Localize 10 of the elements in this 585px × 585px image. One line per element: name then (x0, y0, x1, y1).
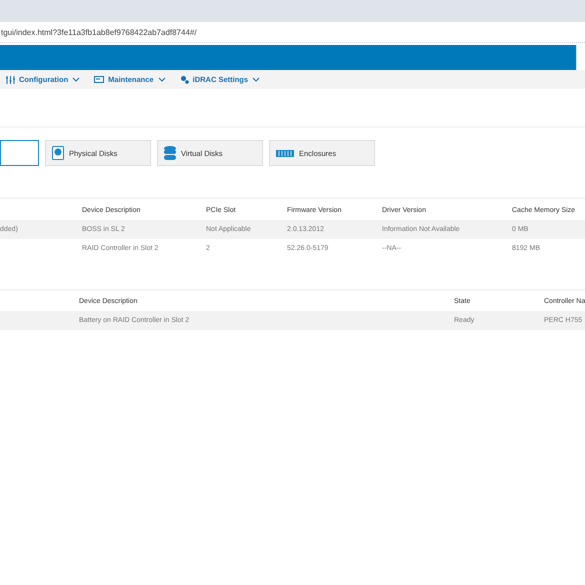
gears-icon (180, 75, 189, 84)
chevron-down-icon (158, 77, 166, 82)
chevron-down-icon (72, 77, 80, 82)
database-icon (164, 146, 176, 160)
tab-tile[interactable] (0, 140, 39, 166)
panel-icon (94, 76, 104, 83)
chevron-down-icon (252, 77, 260, 82)
sliders-icon (6, 76, 15, 84)
url-text: tgui/index.html?3fe11a3fb1ab8ef9768422ab7adf8744#/ (0, 28, 197, 36)
enclosure-icon (276, 150, 294, 156)
